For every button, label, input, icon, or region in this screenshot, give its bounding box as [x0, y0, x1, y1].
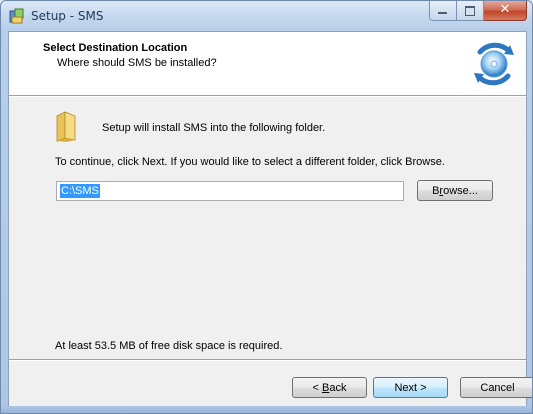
back-button[interactable]: < Back: [292, 377, 367, 398]
close-button[interactable]: ✕: [484, 1, 527, 21]
next-button[interactable]: Next >: [373, 377, 448, 398]
wizard-client-area: Select Destination Location Where should…: [8, 31, 532, 408]
disk-space-requirement: At least 53.5 MB of free disk space is r…: [55, 340, 283, 352]
browse-button[interactable]: Browse...: [417, 180, 493, 201]
maximize-button[interactable]: [457, 1, 484, 21]
title-bar[interactable]: Setup - SMS ✕: [1, 1, 532, 31]
back-label-prefix: <: [312, 382, 322, 394]
page-title: Select Destination Location: [43, 42, 188, 54]
page-subtitle: Where should SMS be installed?: [57, 57, 217, 69]
minimize-icon: [438, 12, 447, 14]
install-disc-icon: [474, 42, 514, 86]
setup-app-icon: [9, 8, 24, 24]
folder-icon: [56, 111, 76, 142]
minimize-button[interactable]: [429, 1, 457, 21]
destination-path-input[interactable]: C:\SMS: [56, 181, 404, 201]
cancel-button[interactable]: Cancel: [460, 377, 532, 398]
wizard-header: Select Destination Location Where should…: [9, 32, 526, 96]
destination-path-value: C:\SMS: [60, 184, 100, 198]
install-location-message: Setup will install SMS into the followin…: [102, 122, 326, 134]
back-label-suffix: ack: [329, 382, 347, 394]
setup-window: Setup - SMS ✕ Select Destination Locatio…: [0, 0, 533, 414]
browse-label-post: owse...: [443, 185, 478, 197]
window-title: Setup - SMS: [31, 9, 104, 23]
maximize-icon: [465, 6, 475, 16]
header-divider: [9, 96, 526, 97]
close-icon: ✕: [499, 2, 511, 17]
footer-divider-highlight: [9, 360, 526, 361]
continue-instructions: To continue, click Next. If you would li…: [55, 156, 445, 168]
caption-buttons: ✕: [429, 1, 527, 21]
window-bottom-frame: [1, 406, 532, 413]
